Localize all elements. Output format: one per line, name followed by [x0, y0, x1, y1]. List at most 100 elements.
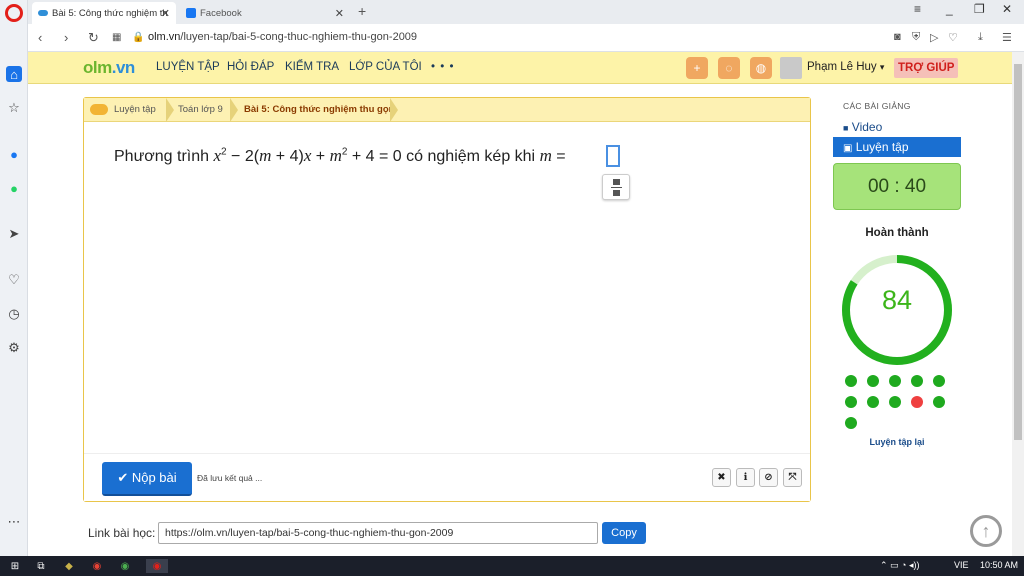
- close-icon[interactable]: ✕: [161, 7, 170, 20]
- user-menu[interactable]: Phạm Lê Huy ▾: [807, 61, 884, 73]
- history-icon[interactable]: ◷: [6, 306, 22, 322]
- question-dot[interactable]: [845, 375, 857, 387]
- breadcrumb-luyen-tap[interactable]: Luyện tập: [114, 104, 156, 115]
- question-dot[interactable]: [867, 375, 879, 387]
- fraction-button[interactable]: [602, 174, 630, 200]
- equation: x2 − 2(m + 4)x + m2 + 4 = 0: [213, 146, 402, 165]
- messenger-icon[interactable]: ●: [6, 146, 22, 162]
- facebook-icon: [186, 8, 196, 18]
- chevron-right-icon: [166, 98, 174, 122]
- chrome-icon[interactable]: ◉: [90, 559, 104, 573]
- question-dot[interactable]: [889, 396, 901, 408]
- minimize-icon[interactable]: _: [946, 2, 953, 16]
- add-friend-icon[interactable]: +: [686, 57, 708, 79]
- globe-icon[interactable]: ◍: [750, 57, 772, 79]
- link-input[interactable]: [158, 522, 598, 544]
- submit-button[interactable]: ✔ Nộp bài: [102, 462, 192, 496]
- app-icon[interactable]: ◆: [62, 559, 76, 573]
- question-dot[interactable]: [867, 396, 879, 408]
- question-dot[interactable]: [933, 375, 945, 387]
- download-icon[interactable]: ⤓: [978, 31, 983, 44]
- question-dot[interactable]: [845, 396, 857, 408]
- bookmark-icon[interactable]: ☆: [6, 100, 22, 116]
- camera-icon[interactable]: ◙: [894, 31, 901, 43]
- language-indicator[interactable]: VIE: [954, 560, 969, 570]
- copy-button[interactable]: Copy: [602, 522, 646, 544]
- tab-bar: Bài 5: Công thức nghiệm th ✕ Facebook ✕ …: [28, 0, 1024, 24]
- back-icon[interactable]: ‹: [38, 30, 42, 45]
- info-icon[interactable]: ℹ: [736, 468, 755, 487]
- chat-icon[interactable]: ◌: [718, 57, 740, 79]
- new-tab-button[interactable]: +: [358, 3, 366, 19]
- question-dot[interactable]: [933, 396, 945, 408]
- exercise-footer: ✔ Nộp bài Đã lưu kết quả ... ✖ ℹ ⊘ ⤧: [84, 453, 810, 501]
- question-dot[interactable]: [889, 375, 901, 387]
- site-header: olm.vn LUYỆN TẬP HỎI ĐÁP KIỂM TRA LỚP CỦ…: [28, 52, 1012, 84]
- shield-icon[interactable]: ⛨: [912, 31, 920, 44]
- sidebar-item-video[interactable]: ■ Video: [833, 117, 961, 137]
- browser-sidebar: ⌂ ☆ ● ● ➤ ♡ ◷ ⚙ ⋯: [0, 0, 28, 556]
- menu-more[interactable]: • • •: [431, 61, 454, 73]
- heart-icon[interactable]: ♡: [6, 272, 22, 288]
- exercise-panel: Luyện tập Toán lớp 9 Bài 5: Công thức ng…: [83, 97, 811, 502]
- cloud-icon: [90, 104, 108, 115]
- sidebar-title: CÁC BÀI GIẢNG: [843, 101, 911, 111]
- scroll-top-icon[interactable]: ↑: [970, 515, 1002, 547]
- app-green-icon[interactable]: ◉: [118, 559, 132, 573]
- link-label: Link bài học:: [88, 526, 156, 540]
- avatar[interactable]: [780, 57, 802, 79]
- whatsapp-icon[interactable]: ●: [6, 180, 22, 196]
- score-value: 84: [881, 285, 913, 315]
- tab-title: Bài 5: Công thức nghiệm th: [52, 7, 168, 19]
- help-button[interactable]: TRỢ GIÚP: [894, 58, 959, 78]
- home-icon[interactable]: ⌂: [6, 66, 22, 82]
- send-icon[interactable]: ➤: [6, 226, 22, 242]
- reload-icon[interactable]: ↻: [88, 30, 99, 46]
- windows-start-icon[interactable]: ⊞: [8, 559, 22, 573]
- speed-dial-icon[interactable]: ▦: [112, 32, 121, 43]
- block-icon[interactable]: ⊘: [759, 468, 778, 487]
- tab-facebook[interactable]: Facebook ✕: [180, 2, 350, 24]
- heart-icon[interactable]: ♡: [948, 31, 958, 44]
- url-field[interactable]: olm.vn/luyen-tap/bai-5-cong-thuc-nghiem-…: [148, 31, 417, 43]
- menu-hoi-dap[interactable]: HỎI ĐÁP: [227, 61, 274, 73]
- task-view-icon[interactable]: ⧉: [34, 559, 48, 573]
- maximize-icon[interactable]: ❐: [974, 2, 985, 16]
- saved-status: Đã lưu kết quả ...: [197, 473, 263, 483]
- taskbar: ⊞ ⧉ ◆ ◉ ◉ ◉ ⌃ ▭ ◔ ◂)) VIE 10:50 AM: [0, 556, 1024, 576]
- opera-taskbar-icon[interactable]: ◉: [146, 559, 168, 573]
- answer-input[interactable]: [606, 145, 620, 167]
- olm-logo[interactable]: olm.vn: [83, 58, 135, 78]
- clock[interactable]: 10:50 AM: [980, 560, 1018, 570]
- more-icon[interactable]: ⋯: [6, 514, 22, 530]
- question-dot[interactable]: [911, 375, 923, 387]
- menu-kiem-tra[interactable]: KIỂM TRA: [285, 61, 339, 73]
- tab-menu-icon[interactable]: ≡: [914, 2, 921, 16]
- question-dot[interactable]: [845, 417, 857, 429]
- breadcrumb-toan-lop-9[interactable]: Toán lớp 9: [178, 104, 223, 115]
- fullscreen-icon[interactable]: ⤧: [783, 468, 802, 487]
- address-bar: ‹ › ↻ ▦ 🔒 olm.vn/luyen-tap/bai-5-cong-th…: [28, 24, 1024, 52]
- tray-icons[interactable]: ⌃ ▭ ◔ ◂)): [880, 560, 920, 571]
- sidebar-item-luyen-tap[interactable]: ▣ Luyện tập: [833, 137, 961, 157]
- opera-logo-icon[interactable]: [5, 4, 23, 22]
- close-icon[interactable]: ✕: [335, 7, 344, 20]
- chevron-right-icon: [390, 98, 398, 122]
- question-text: Phương trình x2 − 2(m + 4)x + m2 + 4 = 0…: [114, 146, 566, 165]
- forward-icon[interactable]: ›: [64, 30, 68, 45]
- scrollbar[interactable]: [1012, 52, 1024, 556]
- retry-link[interactable]: Luyện tập lại: [833, 437, 961, 447]
- window-close-icon[interactable]: ✕: [1002, 2, 1012, 16]
- timer: 00 : 40: [833, 163, 961, 210]
- close-tool-icon[interactable]: ✖: [712, 468, 731, 487]
- question-dot[interactable]: [911, 396, 923, 408]
- easy-setup-icon[interactable]: ☰: [1002, 31, 1012, 44]
- tab-title: Facebook: [200, 7, 242, 19]
- menu-luyen-tap[interactable]: LUYỆN TẬP: [156, 61, 220, 73]
- share-icon[interactable]: ▷: [930, 31, 938, 44]
- menu-lop-cua-toi[interactable]: LỚP CỦA TÔI: [349, 61, 422, 73]
- scrollbar-thumb[interactable]: [1014, 64, 1022, 440]
- breadcrumb: Luyện tập Toán lớp 9 Bài 5: Công thức ng…: [84, 98, 810, 122]
- tab-lesson[interactable]: Bài 5: Công thức nghiệm th ✕: [32, 2, 176, 24]
- settings-icon[interactable]: ⚙: [6, 340, 22, 356]
